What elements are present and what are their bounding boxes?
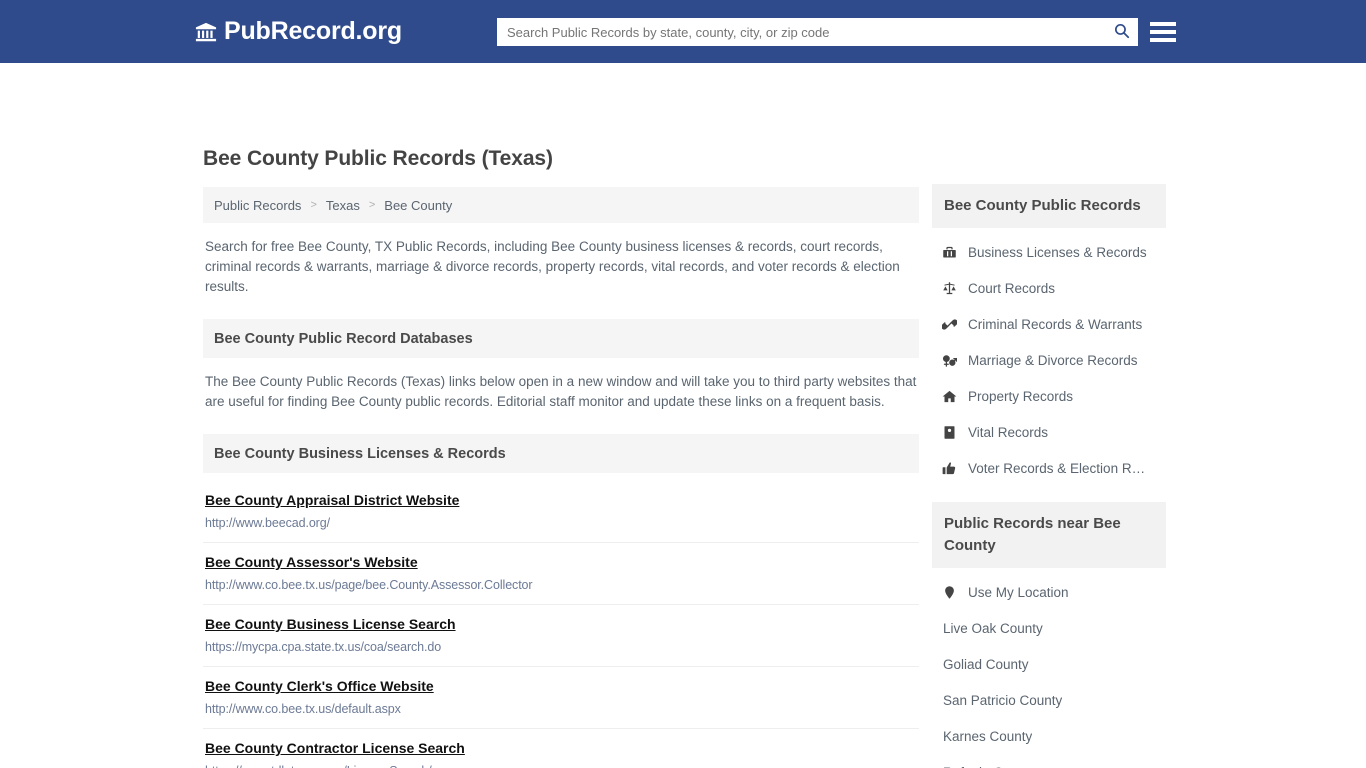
record-link-title[interactable]: Bee County Appraisal District Website	[205, 492, 459, 508]
record-link-title[interactable]: Bee County Clerk's Office Website	[205, 678, 434, 694]
sidebar-item-label: Live Oak County	[943, 620, 1043, 636]
sidebar-item-live-oak-county[interactable]: Live Oak County	[932, 610, 1166, 646]
breadcrumb-item-texas[interactable]: Texas	[326, 198, 360, 213]
record-link-url[interactable]: http://www.beecad.org/	[205, 516, 917, 530]
sidebar-item-business-licenses[interactable]: Business Licenses & Records	[932, 234, 1166, 270]
sidebar-item-label: Voter Records & Election R…	[968, 460, 1146, 476]
list-item: Bee County Appraisal District Website ht…	[203, 481, 919, 543]
breadcrumb-separator-icon: >	[310, 199, 317, 211]
sidebar-item-san-patricio-county[interactable]: San Patricio County	[932, 682, 1166, 718]
sidebar-item-label: Karnes County	[943, 728, 1033, 744]
sidebar-records-box: Bee County Public Records Business Licen…	[932, 184, 1166, 486]
menu-bar-3	[1150, 38, 1176, 42]
breadcrumb-item-public-records[interactable]: Public Records	[214, 198, 301, 213]
sidebar-item-label: Property Records	[968, 388, 1074, 404]
sidebar-near-heading: Public Records near Bee County	[932, 502, 1166, 568]
sidebar-records-list: Business Licenses & Records Court Record…	[932, 228, 1166, 486]
intro-paragraph: Search for free Bee County, TX Public Re…	[205, 239, 900, 294]
sidebar-item-label: Marriage & Divorce Records	[968, 352, 1138, 368]
sidebar-item-label: Court Records	[968, 280, 1056, 296]
thumbs-up-icon	[941, 460, 958, 476]
record-link-url[interactable]: http://www.co.bee.tx.us/default.aspx	[205, 702, 917, 716]
site-logo[interactable]: PubRecord.org	[195, 19, 402, 44]
record-link-url[interactable]: https://www.tdlr.texas.gov/LicenseSearch…	[205, 764, 917, 768]
sidebar-item-marriage-divorce[interactable]: Marriage & Divorce Records	[932, 342, 1166, 378]
home-icon	[941, 388, 958, 404]
sidebar-item-label: Refugio County	[943, 765, 1036, 768]
sidebar-item-vital-records[interactable]: Vital Records	[932, 414, 1166, 450]
hamburger-menu-icon[interactable]	[1150, 19, 1176, 45]
id-card-icon	[941, 424, 958, 440]
databases-section-heading: Bee County Public Record Databases	[203, 319, 919, 358]
search-icon	[1113, 22, 1130, 42]
breadcrumb: Public Records > Texas > Bee County	[203, 187, 919, 223]
sidebar: Bee County Public Records Business Licen…	[932, 184, 1166, 768]
breadcrumb-separator-icon: >	[368, 199, 376, 211]
handcuffs-icon	[941, 316, 958, 332]
databases-paragraph: The Bee County Public Records (Texas) li…	[205, 374, 917, 409]
sidebar-item-refugio-county[interactable]: Refugio County	[932, 754, 1166, 768]
bank-building-icon	[195, 21, 217, 43]
page-title: Bee County Public Records (Texas)	[203, 147, 553, 170]
list-item: Bee County Assessor's Website http://www…	[203, 543, 919, 605]
site-header: PubRecord.org	[0, 0, 1366, 63]
sidebar-item-use-my-location[interactable]: Use My Location	[932, 574, 1166, 610]
map-pin-icon	[941, 584, 958, 600]
list-item: Bee County Business License Search https…	[203, 605, 919, 667]
record-link-url[interactable]: https://mycpa.cpa.state.tx.us/coa/search…	[205, 640, 917, 654]
sidebar-near-box: Public Records near Bee County Use My Lo…	[932, 502, 1166, 768]
breadcrumb-item-bee-county: Bee County	[384, 197, 453, 213]
main-content: Bee County Public Records (Texas) Public…	[203, 147, 919, 768]
venus-mars-icon	[941, 352, 958, 368]
scales-of-justice-icon	[941, 280, 958, 296]
record-link-url[interactable]: http://www.co.bee.tx.us/page/bee.County.…	[205, 578, 917, 592]
sidebar-item-label: San Patricio County	[943, 692, 1063, 708]
sidebar-item-property-records[interactable]: Property Records	[932, 378, 1166, 414]
business-section-heading: Bee County Business Licenses & Records	[203, 434, 919, 473]
site-logo-text: PubRecord.org	[224, 17, 402, 45]
list-item: Bee County Clerk's Office Website http:/…	[203, 667, 919, 729]
sidebar-item-goliad-county[interactable]: Goliad County	[932, 646, 1166, 682]
sidebar-item-karnes-county[interactable]: Karnes County	[932, 718, 1166, 754]
list-item: Bee County Contractor License Search htt…	[203, 729, 919, 768]
sidebar-item-label: Criminal Records & Warrants	[968, 316, 1143, 332]
record-link-title[interactable]: Bee County Business License Search	[205, 616, 456, 632]
menu-bar-1	[1150, 22, 1176, 26]
sidebar-item-court-records[interactable]: Court Records	[932, 270, 1166, 306]
sidebar-item-label: Vital Records	[968, 424, 1049, 440]
sidebar-item-label: Business Licenses & Records	[968, 244, 1147, 260]
search-button[interactable]	[1104, 18, 1138, 46]
sidebar-near-list: Use My Location Live Oak County Goliad C…	[932, 568, 1166, 768]
sidebar-item-voter-records[interactable]: Voter Records & Election R…	[932, 450, 1166, 486]
search-bar	[497, 18, 1138, 46]
search-input[interactable]	[497, 18, 1104, 46]
sidebar-records-heading: Bee County Public Records	[932, 184, 1166, 228]
record-link-title[interactable]: Bee County Assessor's Website	[205, 554, 418, 570]
record-link-list: Bee County Appraisal District Website ht…	[203, 481, 919, 768]
sidebar-item-label: Goliad County	[943, 656, 1029, 672]
sidebar-item-label: Use My Location	[968, 584, 1069, 600]
briefcase-icon	[941, 244, 958, 260]
menu-bar-2	[1150, 30, 1176, 34]
record-link-title[interactable]: Bee County Contractor License Search	[205, 740, 465, 756]
sidebar-item-criminal-records[interactable]: Criminal Records & Warrants	[932, 306, 1166, 342]
